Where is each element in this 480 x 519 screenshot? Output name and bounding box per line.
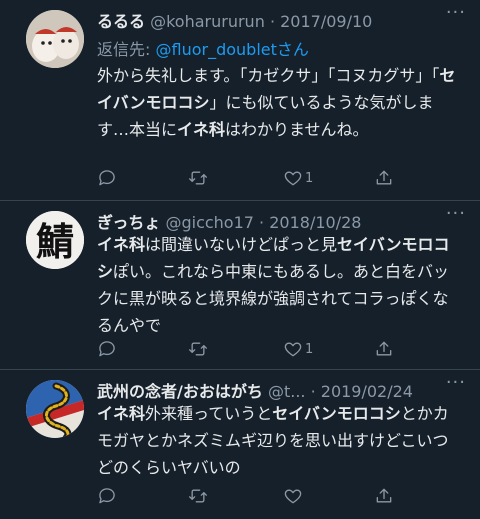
- tweet[interactable]: るるる @koharururun · 2017/09/10 ··· 返信先: @…: [0, 0, 480, 200]
- like-button[interactable]: [283, 484, 305, 508]
- reply-button[interactable]: [97, 484, 119, 508]
- heart-icon: [284, 489, 302, 504]
- avatar-character: 鯖: [36, 219, 74, 264]
- tweet-text-run: は間違いないけどぱっと見: [145, 235, 338, 254]
- tweet-actions: 1: [97, 166, 427, 190]
- reply-suffix: さん: [276, 40, 309, 59]
- reply-icon: [99, 488, 115, 504]
- reply-context: 返信先: @fluor_doubletさん: [97, 36, 309, 60]
- share-button[interactable]: [374, 337, 394, 361]
- more-icon[interactable]: ···: [446, 2, 466, 23]
- highlighted-term: イネ科: [97, 404, 146, 423]
- user-handle[interactable]: @koharururun: [150, 12, 265, 31]
- tweet-header: 武州の念者/おおはがち @t... · 2019/02/24: [97, 378, 440, 402]
- highlighted-term: イネ科: [97, 235, 146, 254]
- tweet-date[interactable]: 2018/10/28: [269, 213, 361, 232]
- avatar[interactable]: [26, 380, 84, 438]
- reply-button[interactable]: [97, 337, 119, 361]
- separator: ·: [259, 213, 265, 232]
- tweet[interactable]: 武州の念者/おおはがち @t... · 2019/02/24 ··· イネ科外来…: [0, 370, 480, 519]
- retweet-button[interactable]: [188, 484, 210, 508]
- reply-icon: [99, 341, 115, 357]
- avatar-image: [26, 10, 84, 68]
- tweet-header: ぎっちょ @giccho17 · 2018/10/28: [97, 209, 440, 233]
- tweet-date[interactable]: 2019/02/24: [321, 382, 413, 401]
- reply-handle-link[interactable]: @fluor_doublet: [156, 40, 277, 59]
- share-icon: [376, 170, 392, 185]
- user-handle[interactable]: @giccho17: [165, 213, 253, 232]
- display-name[interactable]: るるる: [97, 12, 145, 31]
- avatar[interactable]: [26, 10, 84, 68]
- tweet-text-run: 外から失礼します。「カゼクサ」「コヌカグサ」「: [97, 66, 440, 85]
- avatar[interactable]: 鯖: [26, 211, 84, 269]
- more-icon[interactable]: ···: [446, 372, 466, 393]
- separator: ·: [310, 382, 316, 401]
- share-button[interactable]: [374, 484, 394, 508]
- like-count: 1: [305, 341, 314, 357]
- retweet-icon: [189, 342, 207, 356]
- avatar-image: 鯖: [26, 211, 84, 269]
- display-name[interactable]: 武州の念者/おおはがち: [97, 382, 263, 401]
- reply-button[interactable]: [97, 166, 119, 190]
- like-count: 1: [305, 170, 314, 186]
- tweet-text-run: 外来種っていうと: [145, 404, 273, 423]
- tweet-feed: るるる @koharururun · 2017/09/10 ··· 返信先: @…: [0, 0, 480, 519]
- like-button[interactable]: 1: [283, 337, 313, 361]
- heart-icon: [284, 342, 302, 357]
- tweet-header: るるる @koharururun · 2017/09/10: [97, 8, 440, 32]
- tweet-date[interactable]: 2017/09/10: [280, 12, 372, 31]
- tweet[interactable]: 鯖 ぎっちょ @giccho17 · 2018/10/28 ··· イネ科は間違…: [0, 201, 480, 369]
- retweet-icon: [189, 171, 207, 185]
- avatar-image: [26, 380, 84, 438]
- reply-label: 返信先:: [97, 40, 151, 59]
- tweet-text: イネ科は間違いないけどぱっと見セイバンモロコシぽい。これなら中東にもあるし。あと…: [97, 231, 463, 339]
- highlighted-term: セイバンモロコシ: [272, 404, 401, 423]
- retweet-icon: [189, 489, 207, 503]
- highlighted-term: イネ科: [177, 120, 226, 139]
- tweet-text-run: はわかりませんね。: [225, 120, 369, 139]
- retweet-button[interactable]: [188, 166, 210, 190]
- user-handle[interactable]: @t...: [268, 382, 306, 401]
- share-icon: [376, 488, 392, 503]
- tweet-text: 外から失礼します。「カゼクサ」「コヌカグサ」「セイバンモロコシ」にも似ているよう…: [97, 62, 463, 143]
- tweet-actions: 1: [97, 337, 427, 361]
- more-icon[interactable]: ···: [446, 203, 466, 224]
- separator: ·: [269, 12, 276, 31]
- tweet-text: イネ科外来種っていうとセイバンモロコシとかカモガヤとかネズミムギ辺りを思い出すけ…: [97, 400, 463, 481]
- display-name[interactable]: ぎっちょ: [97, 213, 160, 232]
- reply-icon: [99, 170, 115, 186]
- like-button[interactable]: 1: [283, 166, 313, 190]
- tweet-text-run: ぽい。これなら中東にもあるし。あと白をバックに黒が映ると境界線が強調されてコラっ…: [97, 262, 450, 335]
- tweet-actions: [97, 484, 427, 508]
- heart-icon: [284, 171, 302, 186]
- retweet-button[interactable]: [188, 337, 210, 361]
- share-icon: [376, 341, 392, 356]
- share-button[interactable]: [374, 166, 394, 190]
